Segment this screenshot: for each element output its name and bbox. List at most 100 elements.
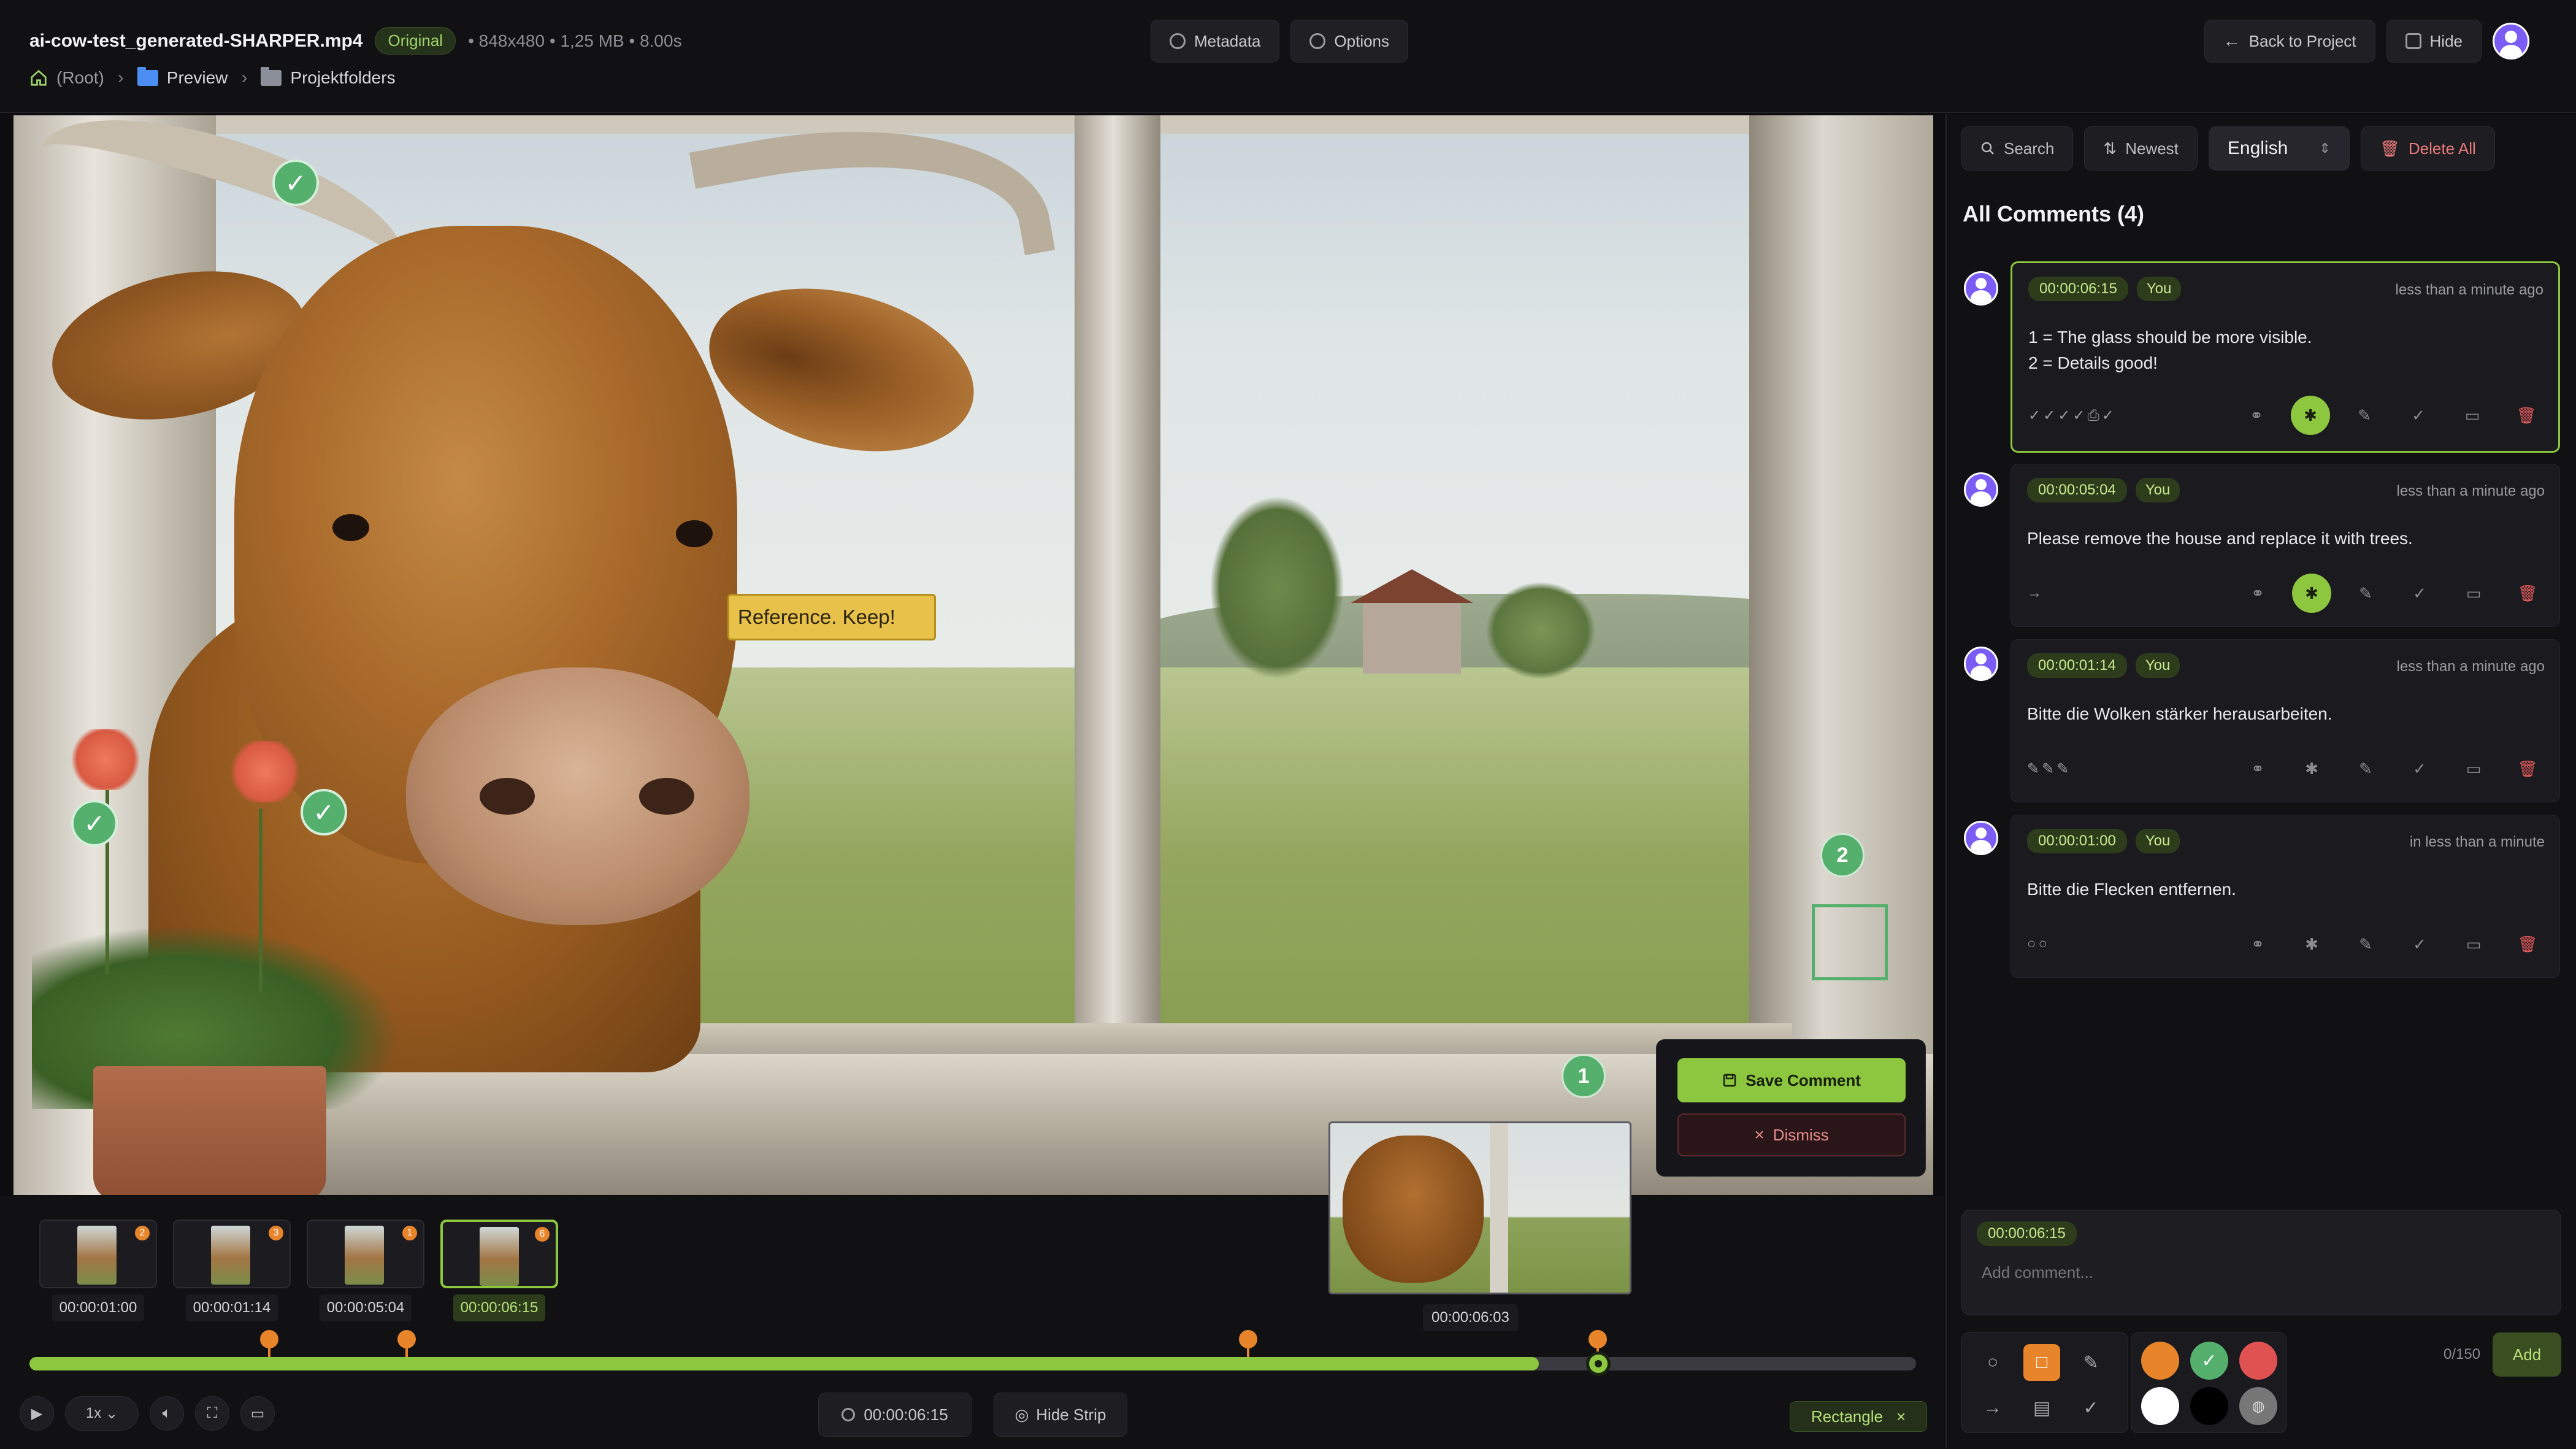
dismiss-button[interactable]: × Dismiss: [1677, 1113, 1906, 1156]
comment-header: 00:00:06:15 You: [2028, 277, 2182, 301]
comment-marker-pin[interactable]: [1239, 1330, 1257, 1359]
compose-timestamp[interactable]: 00:00:06:15: [1977, 1221, 2077, 1246]
play-button[interactable]: ▶: [20, 1396, 54, 1431]
comment-marker-pin[interactable]: [1589, 1330, 1607, 1359]
reply-icon[interactable]: ▭: [2453, 396, 2492, 435]
hide-strip-button[interactable]: ◎ Hide Strip: [994, 1393, 1127, 1437]
sort-button[interactable]: ⇅ Newest: [2084, 126, 2198, 171]
reply-icon[interactable]: ▭: [2454, 749, 2493, 788]
color-green-swatch[interactable]: ✓: [2190, 1342, 2228, 1380]
reply-icon[interactable]: ▭: [2454, 574, 2493, 613]
edit-icon[interactable]: ✎: [2346, 749, 2385, 788]
comment-card[interactable]: 00:00:05:04 You less than a minute ago P…: [2011, 464, 2560, 627]
check-tool-icon[interactable]: ✓: [2072, 1389, 2109, 1426]
trash-icon: 🗑︎: [2379, 139, 2400, 158]
color-white-swatch[interactable]: [2141, 1387, 2179, 1425]
hide-button[interactable]: Hide: [2386, 20, 2482, 63]
breadcrumb-root[interactable]: (Root): [29, 68, 104, 88]
comment-card[interactable]: 00:00:01:14 You less than a minute ago B…: [2011, 639, 2560, 802]
geranium-flower: [228, 741, 302, 802]
edit-icon[interactable]: ✎: [2346, 574, 2385, 613]
pencil-tool-icon[interactable]: ✎: [2072, 1344, 2109, 1381]
comment-marker-pin[interactable]: [260, 1330, 278, 1359]
search-button[interactable]: Search: [1961, 126, 2074, 171]
breadcrumb-preview[interactable]: Preview: [137, 67, 228, 88]
reference-text-annotation[interactable]: Reference. Keep!: [727, 594, 936, 640]
delete-icon[interactable]: 🗑︎: [2508, 749, 2547, 788]
note-tool-icon[interactable]: ▤: [2023, 1389, 2060, 1426]
comment-footer: ○○ ⚭ ✱ ✎ ✓ ▭ 🗑︎: [2027, 924, 2547, 964]
rectangle-tool-icon[interactable]: □: [2023, 1344, 2060, 1381]
draw-tool-icon[interactable]: ✱: [2291, 396, 2330, 435]
check-annotation[interactable]: ✓: [71, 800, 118, 847]
folder-icon: [261, 67, 282, 86]
back-to-project-button[interactable]: ← Back to Project: [2204, 20, 2375, 63]
comment-timestamp[interactable]: 00:00:05:04: [2027, 478, 2127, 502]
link-icon[interactable]: ⚭: [2238, 924, 2277, 964]
breadcrumb-projektfolders[interactable]: Projektfolders: [261, 67, 396, 88]
marker-2[interactable]: 2: [1820, 833, 1865, 877]
speed-select[interactable]: 1x ⌄: [65, 1396, 139, 1431]
check-annotation[interactable]: ✓: [272, 160, 319, 206]
color-black-swatch[interactable]: [2190, 1387, 2228, 1425]
draw-tool-icon[interactable]: ✱: [2292, 574, 2331, 613]
comment-input[interactable]: Add comment...: [1982, 1263, 2093, 1282]
frame-thumbnail[interactable]: 2: [39, 1220, 157, 1288]
rectangle-annotation[interactable]: [1812, 904, 1888, 980]
circle-tool-icon[interactable]: ○: [1974, 1344, 2011, 1381]
frame-thumbnail[interactable]: 1: [307, 1220, 424, 1288]
delete-icon[interactable]: 🗑︎: [2508, 574, 2547, 613]
comment-card[interactable]: 00:00:06:15 You less than a minute ago 1…: [2011, 261, 2560, 453]
link-icon[interactable]: ⚭: [2238, 749, 2277, 788]
arrow-tool-icon[interactable]: →: [1974, 1389, 2011, 1426]
cow-eye: [332, 514, 369, 541]
language-select[interactable]: English ⇕: [2208, 126, 2350, 171]
resolve-icon[interactable]: ✓: [2400, 574, 2439, 613]
resolve-icon[interactable]: ✓: [2400, 749, 2439, 788]
fullscreen-icon[interactable]: ⛶: [195, 1396, 229, 1431]
check-annotation[interactable]: ✓: [301, 789, 347, 836]
comment-timestamp[interactable]: 00:00:01:14: [2027, 653, 2127, 678]
delete-all-button[interactable]: 🗑︎ Delete All: [2360, 126, 2495, 171]
comment-card[interactable]: 00:00:01:00 You in less than a minute Bi…: [2011, 815, 2560, 978]
close-icon[interactable]: ×: [1896, 1407, 1906, 1426]
frame-thumbnail[interactable]: 3: [173, 1220, 291, 1288]
volume-icon[interactable]: 🔈︎: [150, 1396, 184, 1431]
color-orange-swatch[interactable]: [2141, 1342, 2179, 1380]
link-icon[interactable]: ⚭: [2238, 574, 2277, 613]
draw-tool-icon[interactable]: ✱: [2292, 924, 2331, 964]
marker-1[interactable]: 1: [1562, 1054, 1606, 1098]
resolve-icon[interactable]: ✓: [2400, 924, 2439, 964]
metadata-button[interactable]: Metadata: [1151, 20, 1280, 63]
options-button[interactable]: Options: [1290, 20, 1409, 63]
comment-line: 2 = Details good!: [2028, 353, 2158, 372]
add-comment-button[interactable]: Add: [2493, 1332, 2561, 1377]
edit-icon[interactable]: ✎: [2346, 924, 2385, 964]
link-icon[interactable]: ⚭: [2237, 396, 2276, 435]
timeline-scrubber[interactable]: [29, 1357, 1916, 1370]
user-avatar[interactable]: [2493, 23, 2529, 60]
version-badge[interactable]: Original: [375, 27, 456, 55]
comment-footer: → ⚭ ✱ ✎ ✓ ▭ 🗑︎: [2027, 574, 2547, 613]
color-red-swatch[interactable]: [2239, 1342, 2277, 1380]
edit-icon[interactable]: ✎: [2345, 396, 2384, 435]
active-tool-chip[interactable]: Rectangle ×: [1790, 1401, 1927, 1432]
playhead-handle[interactable]: [1586, 1351, 1611, 1376]
comment-actions: ⚭ ✱ ✎ ✓ ▭ 🗑︎: [2238, 749, 2547, 788]
comment-marker-pin[interactable]: [397, 1330, 416, 1359]
comment-timestamp[interactable]: 00:00:01:00: [2027, 829, 2127, 853]
save-comment-button[interactable]: Save Comment: [1677, 1058, 1906, 1102]
delete-icon[interactable]: 🗑︎: [2507, 396, 2546, 435]
thumbnail-time: 00:00:05:04: [307, 1294, 424, 1321]
resolve-icon[interactable]: ✓: [2399, 396, 2438, 435]
video-frame[interactable]: ✓ ✓ ✓ Reference. Keep! 2 1: [13, 115, 1933, 1195]
delete-icon[interactable]: 🗑︎: [2508, 924, 2547, 964]
color-picker-icon[interactable]: ◍: [2239, 1387, 2277, 1425]
frame-thumbnail-active[interactable]: 6: [440, 1220, 558, 1288]
flower-pot: [93, 1066, 326, 1195]
comment-timestamp[interactable]: 00:00:06:15: [2028, 277, 2128, 301]
comment-composer[interactable]: 00:00:06:15 Add comment...: [1961, 1210, 2561, 1315]
draw-tool-icon[interactable]: ✱: [2292, 749, 2331, 788]
captions-icon[interactable]: ▭: [240, 1396, 275, 1431]
reply-icon[interactable]: ▭: [2454, 924, 2493, 964]
